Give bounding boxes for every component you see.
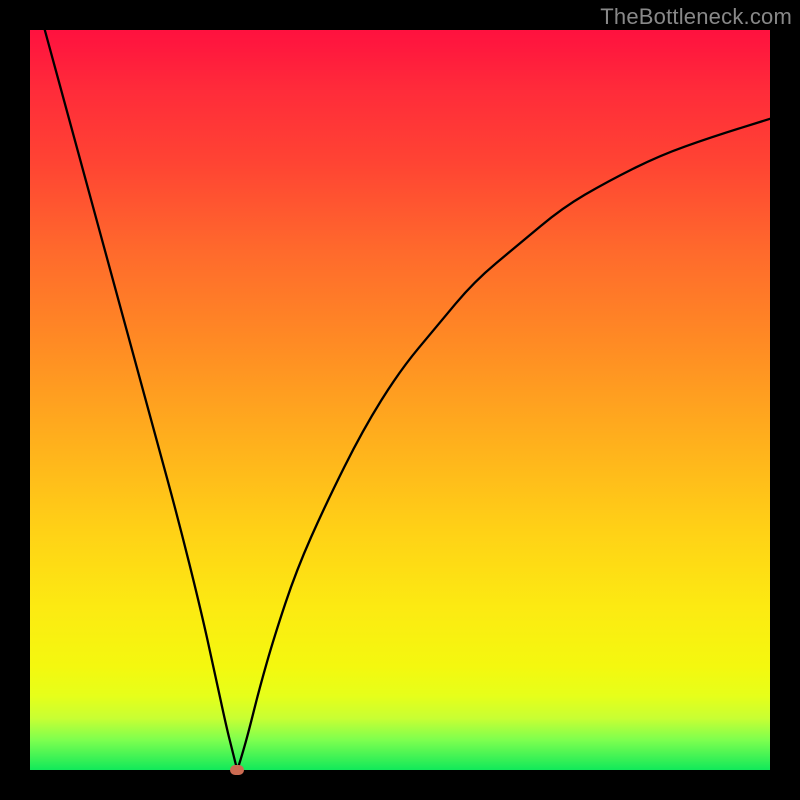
attribution-text: TheBottleneck.com <box>600 4 792 30</box>
plot-area <box>30 30 770 770</box>
chart-frame: TheBottleneck.com <box>0 0 800 800</box>
minimum-marker <box>230 765 244 775</box>
bottleneck-curve <box>30 30 770 770</box>
